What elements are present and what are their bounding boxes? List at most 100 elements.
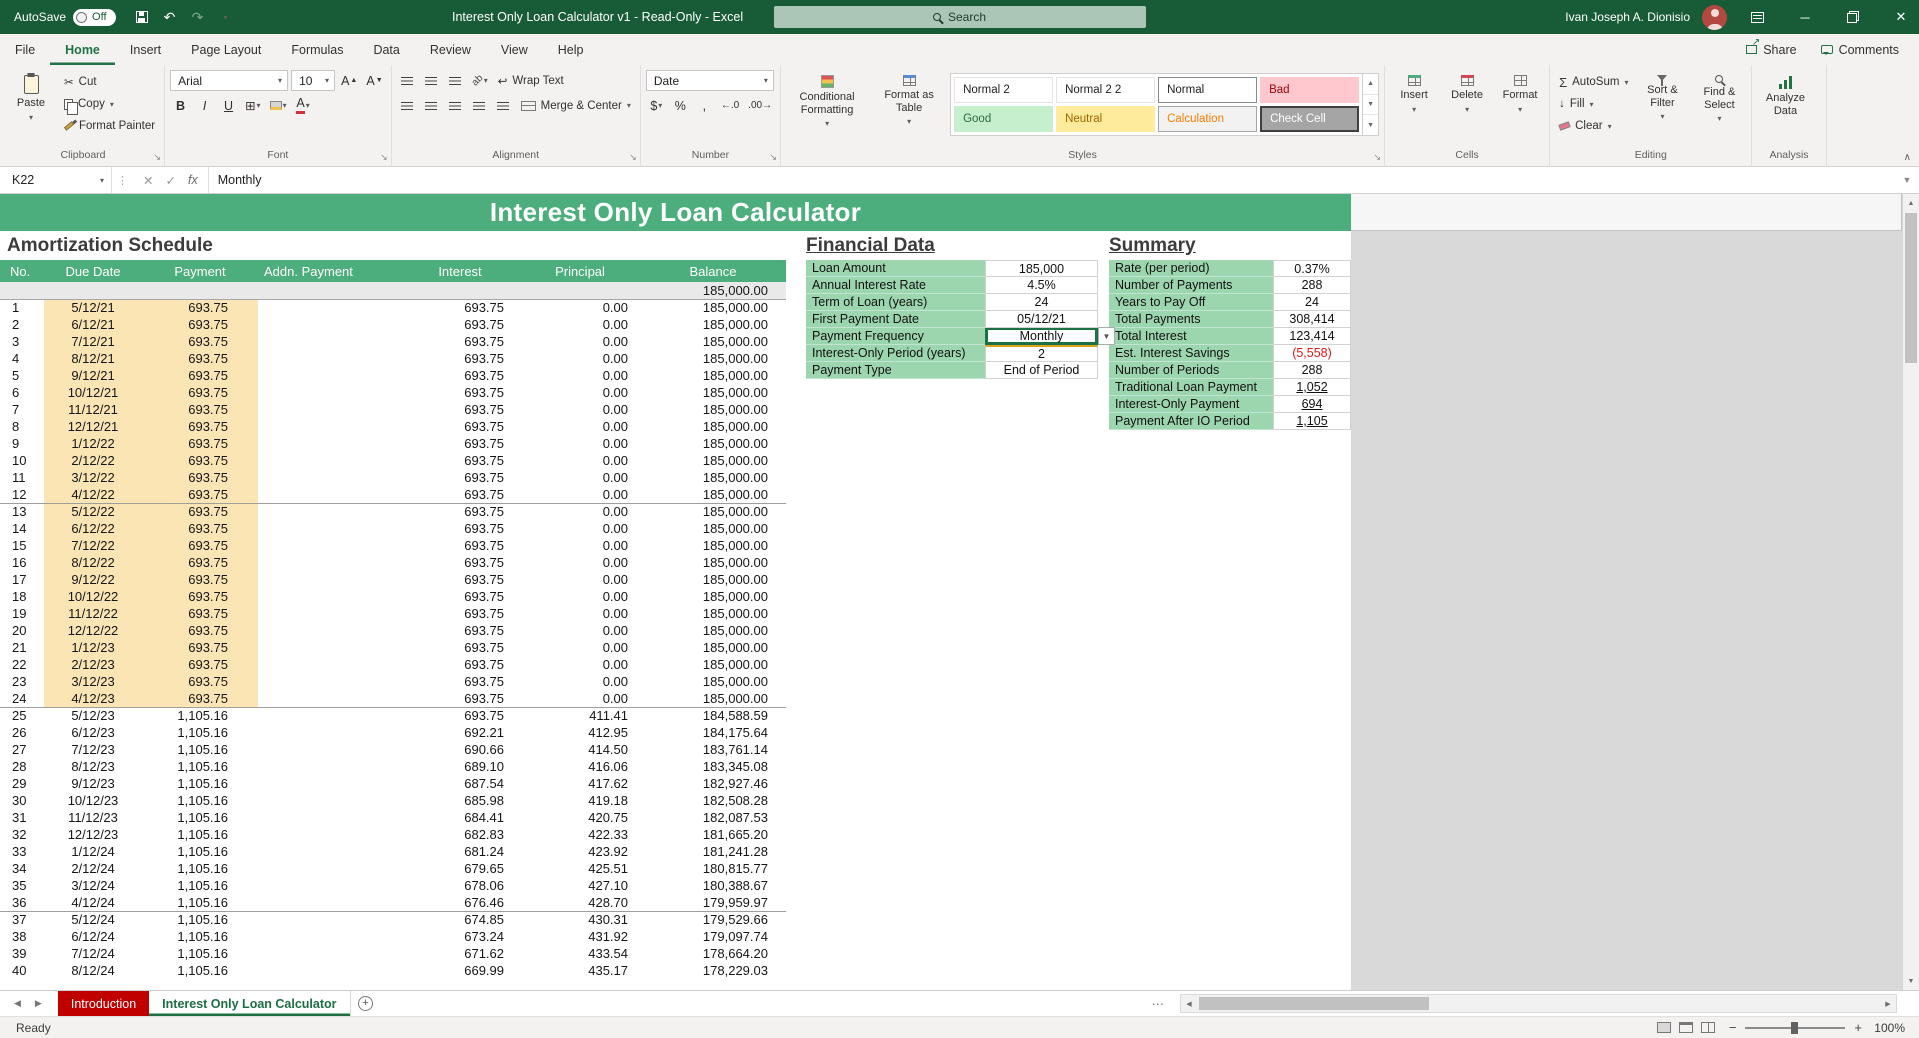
cell-balance[interactable]: 185,000.00 bbox=[640, 503, 786, 520]
cell-no[interactable]: 6 bbox=[0, 384, 44, 401]
cell-principal[interactable]: 0.00 bbox=[520, 639, 640, 656]
cell-no[interactable]: 17 bbox=[0, 571, 44, 588]
column-header-due-date[interactable]: Due Date bbox=[44, 260, 142, 282]
cell-addn-payment[interactable] bbox=[258, 418, 400, 435]
cell-balance[interactable]: 185,000.00 bbox=[640, 656, 786, 673]
cell-principal[interactable]: 0.00 bbox=[520, 435, 640, 452]
comments-button[interactable]: Comments bbox=[1821, 43, 1899, 57]
cell-addn-payment[interactable] bbox=[258, 945, 400, 962]
cell-payment[interactable]: 1,105.16 bbox=[142, 877, 258, 894]
cell-due-date[interactable]: 2/12/23 bbox=[44, 656, 142, 673]
summary-value[interactable]: 308,414 bbox=[1273, 311, 1351, 328]
cell-principal[interactable]: 0.00 bbox=[520, 418, 640, 435]
cell-principal[interactable]: 0.00 bbox=[520, 520, 640, 537]
cell-no[interactable]: 31 bbox=[0, 809, 44, 826]
dialog-launcher-icon[interactable]: ↘ bbox=[1374, 153, 1382, 162]
cell-due-date[interactable]: 1/12/24 bbox=[44, 843, 142, 860]
scroll-left-arrow[interactable]: ◀ bbox=[1181, 995, 1197, 1012]
summary-value[interactable]: (5,558) bbox=[1273, 345, 1351, 362]
cell-no[interactable]: 25 bbox=[0, 707, 44, 724]
cell-interest[interactable]: 681.24 bbox=[400, 843, 520, 860]
financial-data-value[interactable]: 24 bbox=[985, 294, 1098, 311]
cell-style-chip[interactable]: Calculation bbox=[1158, 106, 1257, 132]
cell-addn-payment[interactable] bbox=[258, 435, 400, 452]
clear-button[interactable]: Clear▾ bbox=[1555, 116, 1632, 136]
cell-no[interactable]: 21 bbox=[0, 639, 44, 656]
page-break-view-button[interactable] bbox=[1701, 1022, 1715, 1033]
cell-due-date[interactable]: 3/12/22 bbox=[44, 469, 142, 486]
format-painter-button[interactable]: Format Painter bbox=[60, 116, 159, 136]
cell-no[interactable]: 33 bbox=[0, 843, 44, 860]
cell-balance[interactable]: 179,529.66 bbox=[640, 911, 786, 928]
cell-principal[interactable]: 0.00 bbox=[520, 537, 640, 554]
cell-addn-payment[interactable] bbox=[258, 299, 400, 316]
cell-interest[interactable]: 693.75 bbox=[400, 384, 520, 401]
cell-due-date[interactable]: 8/12/23 bbox=[44, 758, 142, 775]
user-name[interactable]: Ivan Joseph A. Dionisio bbox=[1565, 10, 1690, 24]
cell-payment[interactable]: 1,105.16 bbox=[142, 860, 258, 877]
cell-payment[interactable]: 693.75 bbox=[142, 554, 258, 571]
cell-due-date[interactable]: 2/12/22 bbox=[44, 452, 142, 469]
cell-due-date[interactable]: 4/12/22 bbox=[44, 486, 142, 503]
cell-balance[interactable]: 182,927.46 bbox=[640, 775, 786, 792]
summary-value[interactable]: 0.37% bbox=[1273, 260, 1351, 277]
ribbon-tab[interactable]: File bbox=[0, 34, 50, 65]
cell-balance[interactable]: 182,508.28 bbox=[640, 792, 786, 809]
cell-balance[interactable]: 185,000.00 bbox=[640, 639, 786, 656]
customize-toolbar-button[interactable]: ▾ bbox=[212, 0, 240, 34]
insert-cells-button[interactable]: Insert ▾ bbox=[1390, 70, 1438, 116]
align-top-button[interactable] bbox=[397, 70, 418, 91]
cell-interest[interactable]: 693.75 bbox=[400, 333, 520, 350]
horizontal-scrollbar[interactable]: ◀ ▶ bbox=[1180, 994, 1897, 1013]
cell-due-date[interactable]: 6/12/21 bbox=[44, 316, 142, 333]
namebox-divider-handle[interactable]: ⋮ bbox=[112, 167, 133, 193]
cell-due-date[interactable]: 12/12/23 bbox=[44, 826, 142, 843]
currency-format-button[interactable]: $▾ bbox=[646, 95, 667, 116]
fill-color-button[interactable]: ▾ bbox=[267, 95, 290, 116]
cell-due-date[interactable]: 7/12/21 bbox=[44, 333, 142, 350]
decrease-font-size-button[interactable]: A▼ bbox=[363, 70, 385, 91]
cell-balance[interactable]: 185,000.00 bbox=[640, 299, 786, 316]
cell-no[interactable]: 36 bbox=[0, 894, 44, 911]
gallery-down-button[interactable]: ▼ bbox=[1363, 94, 1378, 115]
cancel-entry-icon[interactable]: ✕ bbox=[143, 173, 153, 188]
scroll-right-arrow[interactable]: ▶ bbox=[1880, 995, 1896, 1012]
cell-interest[interactable]: 671.62 bbox=[400, 945, 520, 962]
cell-interest[interactable]: 687.54 bbox=[400, 775, 520, 792]
summary-value[interactable]: 24 bbox=[1273, 294, 1351, 311]
share-button[interactable]: Share bbox=[1746, 43, 1796, 57]
cell-due-date[interactable]: 1/12/22 bbox=[44, 435, 142, 452]
cell-interest[interactable]: 693.75 bbox=[400, 656, 520, 673]
cell-payment[interactable]: 693.75 bbox=[142, 384, 258, 401]
increase-font-size-button[interactable]: A▲ bbox=[338, 70, 360, 91]
cell-interest[interactable]: 692.21 bbox=[400, 724, 520, 741]
zoom-in-button[interactable]: + bbox=[1854, 1020, 1862, 1035]
cell-balance[interactable]: 178,664.20 bbox=[640, 945, 786, 962]
cell-balance[interactable]: 185,000.00 bbox=[640, 673, 786, 690]
format-cells-button[interactable]: Format ▾ bbox=[1496, 70, 1544, 116]
cell-due-date[interactable]: 1/12/23 bbox=[44, 639, 142, 656]
column-header-payment[interactable]: Payment bbox=[142, 260, 258, 282]
cell-balance[interactable]: 185,000.00 bbox=[640, 282, 786, 299]
cell-balance[interactable]: 180,815.77 bbox=[640, 860, 786, 877]
cell-addn-payment[interactable] bbox=[258, 316, 400, 333]
cell-interest[interactable]: 693.75 bbox=[400, 401, 520, 418]
cell-payment[interactable]: 693.75 bbox=[142, 299, 258, 316]
cell-due-date[interactable]: 6/12/22 bbox=[44, 520, 142, 537]
cell-payment[interactable]: 693.75 bbox=[142, 605, 258, 622]
cell-payment[interactable]: 1,105.16 bbox=[142, 775, 258, 792]
cell-due-date[interactable]: 6/12/23 bbox=[44, 724, 142, 741]
cell-addn-payment[interactable] bbox=[258, 520, 400, 537]
cell-addn-payment[interactable] bbox=[258, 741, 400, 758]
cell-no[interactable]: 32 bbox=[0, 826, 44, 843]
cell-no[interactable]: 35 bbox=[0, 877, 44, 894]
cell-addn-payment[interactable] bbox=[258, 894, 400, 911]
cell-payment[interactable]: 1,105.16 bbox=[142, 724, 258, 741]
cell-payment[interactable]: 693.75 bbox=[142, 622, 258, 639]
borders-button[interactable]: ⊞▾ bbox=[242, 95, 264, 116]
cell-interest[interactable]: 669.99 bbox=[400, 962, 520, 979]
cell-interest[interactable]: 693.75 bbox=[400, 299, 520, 316]
cell-interest[interactable]: 693.75 bbox=[400, 452, 520, 469]
cell-style-chip[interactable]: Normal bbox=[1158, 77, 1257, 103]
decrease-indent-button[interactable] bbox=[469, 95, 490, 116]
